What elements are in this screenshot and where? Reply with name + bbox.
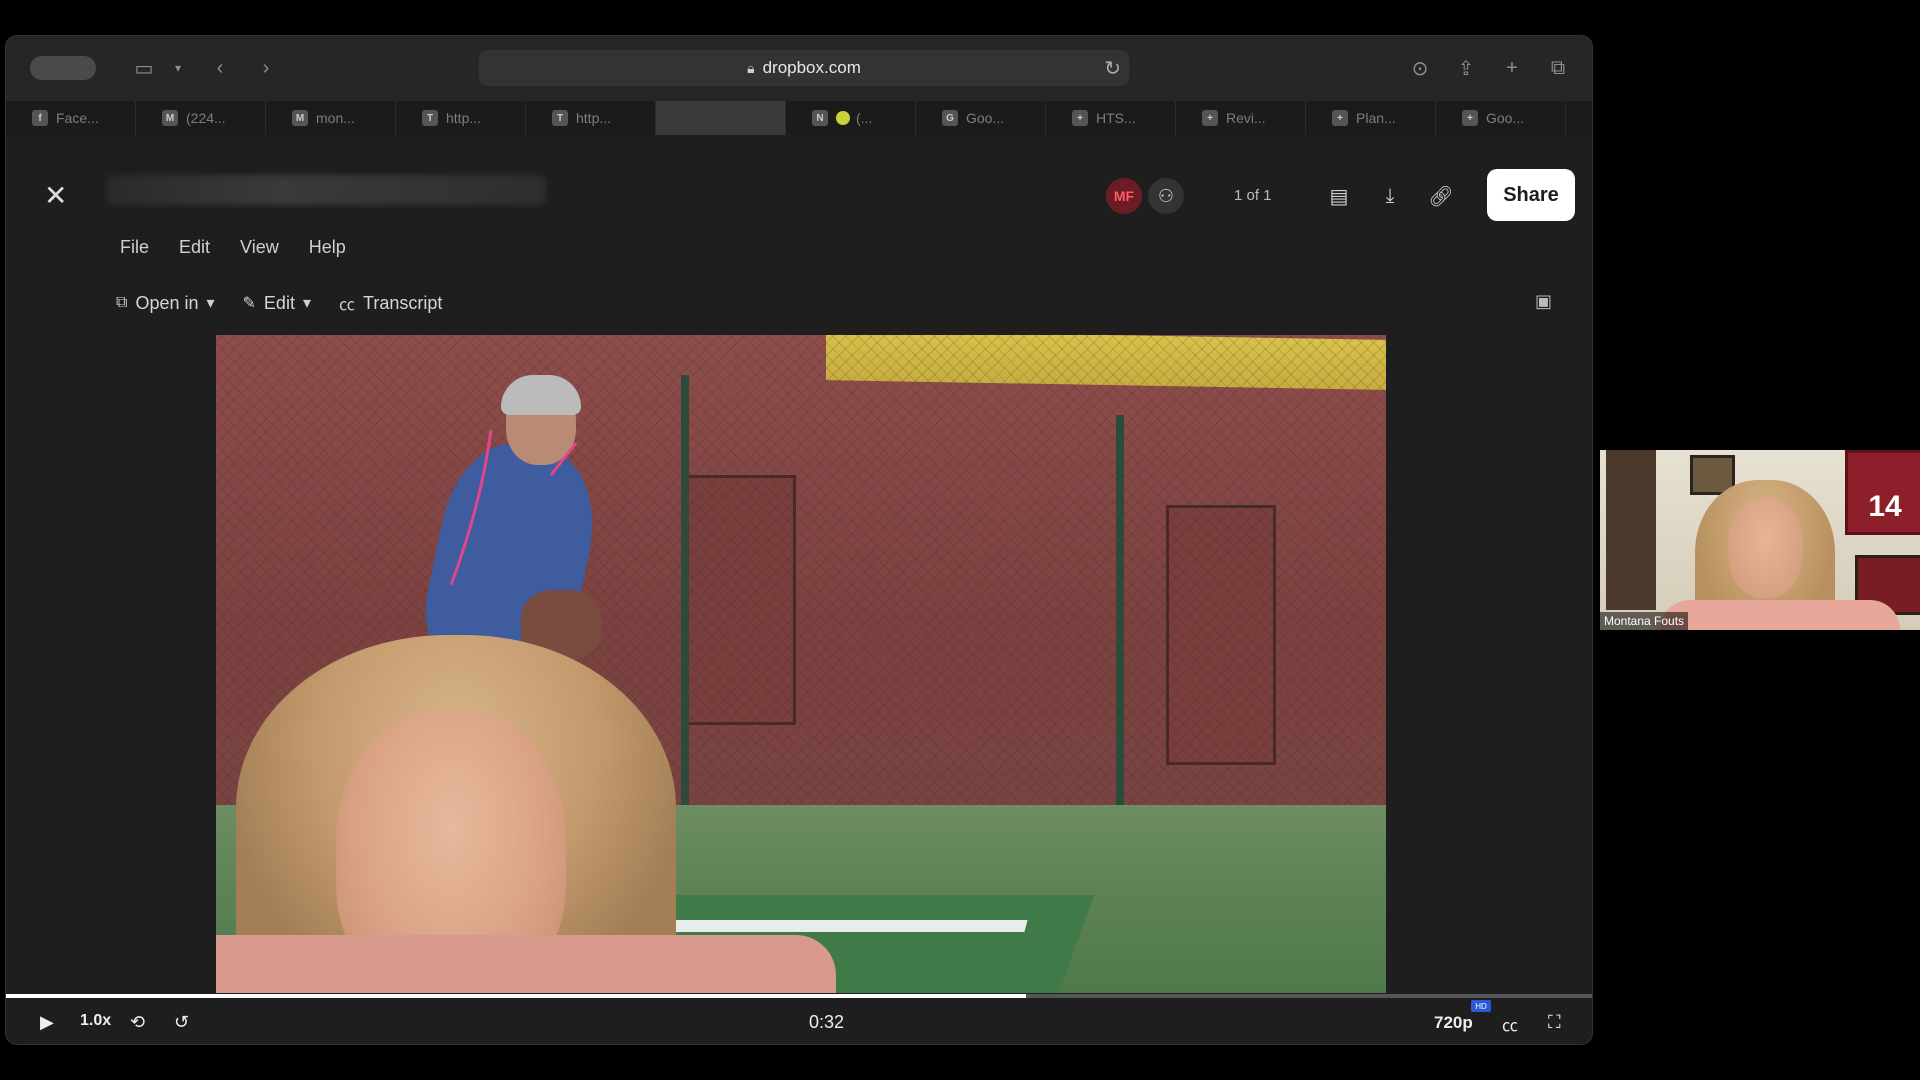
chevron-down-icon: ▾	[206, 295, 215, 312]
browser-tab[interactable]	[656, 101, 786, 135]
menu-edit[interactable]: Edit	[175, 235, 214, 260]
browser-tab[interactable]: f Face...	[6, 101, 136, 135]
collaborators: MF ⚇	[1106, 178, 1184, 214]
softball-emoji-icon	[836, 111, 850, 125]
tab-label: (224...	[186, 110, 226, 126]
browser-tab[interactable]: + Plan...	[1306, 101, 1436, 135]
speed-button[interactable]: 1.0x	[80, 1012, 111, 1030]
webcam-person-face	[1728, 498, 1803, 598]
webcam-tile[interactable]: 14 Montana Fouts	[1600, 450, 1920, 630]
edit-button[interactable]: ✎ Edit ▾	[243, 293, 311, 314]
tab-overview-icon[interactable]: ⧉	[1544, 54, 1572, 82]
tab-label: Face...	[56, 110, 99, 126]
comment-icon[interactable]: ▤	[1325, 182, 1353, 210]
menu-bar: File Edit View Help	[116, 235, 350, 260]
menu-help[interactable]: Help	[305, 235, 350, 260]
favicon-icon: M	[292, 110, 308, 126]
current-time: 0:32	[809, 1012, 845, 1032]
new-tab-icon[interactable]: +	[1498, 54, 1526, 82]
favicon-icon: T	[552, 110, 568, 126]
tab-label: http...	[576, 110, 612, 126]
file-actions-bar: ⧉ Open in ▾ ✎ Edit ▾ ㏄ Transcript	[116, 291, 442, 315]
file-title-blurred	[106, 175, 546, 205]
favicon-icon: G	[942, 110, 958, 126]
menu-view[interactable]: View	[236, 235, 283, 260]
lock-icon: 🔒︎	[747, 59, 755, 76]
download-icon[interactable]: ⊙	[1406, 54, 1434, 82]
browser-tab[interactable]: + Revi...	[1176, 101, 1306, 135]
rewind-10-icon[interactable]: ↺	[174, 1012, 189, 1033]
sidebar-toggle-icon[interactable]: ▭	[130, 54, 158, 82]
favicon-icon: +	[1202, 110, 1218, 126]
quality-button[interactable]: 720p	[1434, 1013, 1473, 1033]
page-count: 1 of 1	[1234, 187, 1272, 204]
fullscreen-icon[interactable]: ⛶	[1548, 1012, 1561, 1033]
presenter-shirt	[216, 935, 836, 993]
tab-label: Goo...	[1486, 110, 1525, 126]
favicon-icon: +	[1072, 110, 1088, 126]
reload-icon[interactable]: ↻	[1104, 56, 1121, 81]
browser-tab[interactable]: G Goo...	[916, 101, 1046, 135]
close-icon[interactable]: ✕	[44, 179, 67, 212]
link-icon[interactable]: 🔗︎	[1427, 182, 1455, 210]
favicon-icon: f	[32, 110, 48, 126]
external-link-icon: ⧉	[116, 294, 128, 311]
webcam-framed-jersey: 14	[1845, 450, 1920, 535]
favicon-icon: +	[1332, 110, 1348, 126]
tab-label: Plan...	[1356, 110, 1396, 126]
download-icon[interactable]: ⤓	[1376, 182, 1404, 210]
presenter-overlay	[216, 635, 856, 993]
favicon-icon: T	[422, 110, 438, 126]
participant-name: Montana Fouts	[1600, 612, 1689, 630]
address-bar[interactable]: 🔒︎ dropbox.com ↻	[479, 50, 1129, 86]
hd-badge: HD	[1471, 1000, 1491, 1012]
tab-label: Goo...	[966, 110, 1005, 126]
browser-tab[interactable]: Thttp...	[396, 101, 526, 135]
open-in-button[interactable]: ⧉ Open in ▾	[116, 293, 215, 314]
forward-arrow-icon[interactable]: ›	[252, 54, 280, 82]
tab-label: mon...	[316, 110, 355, 126]
browser-tab[interactable]: N (...	[786, 101, 916, 135]
dropbox-header: ✕ File Edit View Help MF ⚇ 1 of 1 ▤ ⤓ 🔗︎…	[6, 135, 1592, 335]
tab-label: (...	[856, 110, 873, 126]
browser-toolbar: ▭ ▾ ‹ › 🔒︎ dropbox.com ↻ ⊙ ⇪ + ⧉	[6, 36, 1592, 101]
chevron-down-icon: ▾	[302, 295, 311, 312]
avatar[interactable]: MF	[1106, 178, 1142, 214]
captions-icon[interactable]: ㏄	[1502, 1012, 1518, 1036]
pencil-icon: ✎	[242, 295, 256, 312]
menu-file[interactable]: File	[116, 235, 153, 260]
video-frame[interactable]	[216, 335, 1386, 993]
tab-bar: f Face... M (224... Mmon... Thttp... Thttp... N…	[6, 101, 1592, 135]
loop-icon[interactable]: ⟲	[130, 1012, 145, 1033]
window-controls[interactable]	[30, 56, 96, 80]
share-icon[interactable]: ⇪	[1452, 54, 1480, 82]
favicon-icon: +	[1462, 110, 1478, 126]
tab-label: http...	[446, 110, 482, 126]
share-button[interactable]: Share	[1487, 169, 1575, 221]
browser-tab[interactable]: Mmon...	[266, 101, 396, 135]
cc-icon: ㏄	[338, 297, 355, 314]
tab-label: Revi...	[1226, 110, 1266, 126]
comments-panel-icon[interactable]: ▣	[1535, 291, 1552, 312]
webcam-shelf	[1606, 450, 1656, 610]
tab-label: HTS...	[1096, 110, 1136, 126]
browser-tab[interactable]: Thttp...	[526, 101, 656, 135]
favicon-icon: N	[812, 110, 828, 126]
player-controls: ▶ 1.0x ⟲ ↺ 0:32 720p HD ㏄ ⛶	[6, 998, 1592, 1044]
webcam-person-shirt	[1660, 600, 1900, 630]
url-text: dropbox.com	[762, 58, 861, 77]
transcript-button[interactable]: ㏄ Transcript	[339, 291, 442, 315]
favicon-icon: M	[162, 110, 178, 126]
video-stage: ▶ 1.0x ⟲ ↺ 0:32 720p HD ㏄ ⛶	[6, 335, 1592, 1035]
browser-tab[interactable]: + HTS...	[1046, 101, 1176, 135]
chevron-down-icon[interactable]: ▾	[164, 54, 192, 82]
browser-window: ▭ ▾ ‹ › 🔒︎ dropbox.com ↻ ⊙ ⇪ + ⧉ f Face..…	[5, 35, 1593, 1045]
browser-tab[interactable]: M (224...	[136, 101, 266, 135]
play-icon[interactable]: ▶	[40, 1012, 54, 1033]
back-arrow-icon[interactable]: ‹	[206, 54, 234, 82]
browser-tab[interactable]: + Goo...	[1436, 101, 1566, 135]
people-icon[interactable]: ⚇	[1148, 178, 1184, 214]
